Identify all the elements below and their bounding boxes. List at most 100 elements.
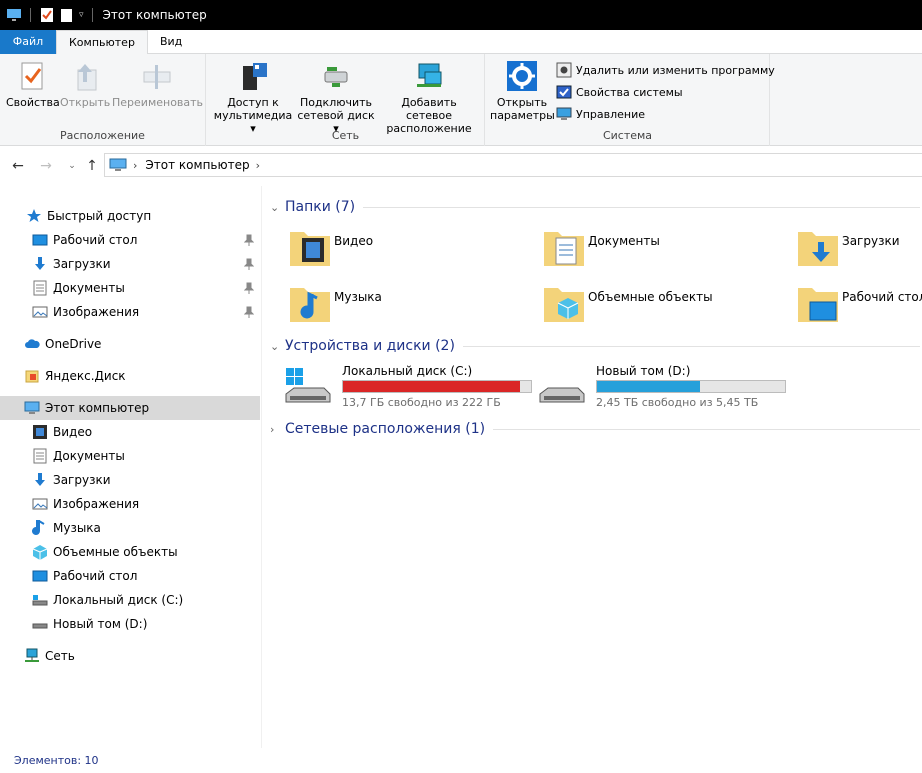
chevron-down-icon[interactable]: ⌄ <box>270 340 282 353</box>
nav-item-videos[interactable]: Видео <box>0 420 260 444</box>
new-folder-icon[interactable] <box>59 7 75 23</box>
add-network-location-button[interactable]: Добавить сетевое расположение <box>377 60 481 135</box>
ribbon-group-network: Доступ к мультимедиа ▾ Подключить сетево… <box>207 54 485 146</box>
drive-icon <box>32 623 48 629</box>
nav-item-desktop[interactable]: Рабочий стол <box>0 564 260 588</box>
network-drive-icon <box>324 67 348 87</box>
group-label-system: Система <box>602 129 653 142</box>
nav-item-documents-pinned[interactable]: Документы <box>0 276 260 300</box>
nav-item-yandex-disk[interactable]: Яндекс.Диск <box>0 364 260 388</box>
download-arrow-icon <box>35 473 45 486</box>
drive-c[interactable]: Локальный диск (C:) 13,7 ГБ свободно из … <box>284 364 534 412</box>
folder-documents[interactable]: Документы <box>542 226 782 274</box>
drive-icon <box>32 595 48 606</box>
pin-icon[interactable] <box>244 306 254 318</box>
nav-item-3d-objects[interactable]: Объемные объекты <box>0 540 260 564</box>
computer-icon <box>7 9 21 21</box>
ribbon-group-system: Открыть параметры Удалить или изменить п… <box>486 54 775 146</box>
nav-item-onedrive[interactable]: OneDrive <box>0 332 260 356</box>
music-folder-icon <box>290 288 330 322</box>
forward-arrow-icon[interactable]: → <box>38 158 54 174</box>
yandex-disk-icon <box>25 370 39 383</box>
navigation-pane: Быстрый доступ Рабочий стол Загрузки Док… <box>0 186 262 748</box>
open-arrow-icon <box>77 64 97 91</box>
cube-icon <box>32 545 48 560</box>
system-properties-button[interactable]: Свойства системы <box>556 82 683 102</box>
back-arrow-icon[interactable]: ← <box>10 158 26 174</box>
section-folders[interactable]: ⌄ Папки (7) <box>270 197 920 217</box>
status-bar: Элементов: 10 <box>0 748 922 773</box>
chevron-down-icon[interactable]: ⌄ <box>270 201 282 214</box>
folder-videos[interactable]: Видео <box>288 226 528 274</box>
nav-item-downloads[interactable]: Загрузки <box>0 468 260 492</box>
recent-locations-chevron-icon[interactable]: ⌄ <box>64 158 80 174</box>
nav-item-this-pc[interactable]: Этот компьютер <box>0 396 260 420</box>
drive-usage-fill <box>597 381 701 392</box>
nav-item-pictures-pinned[interactable]: Изображения <box>0 300 260 324</box>
open-settings-button[interactable]: Открыть параметры <box>490 60 555 122</box>
nav-item-drive-d[interactable]: Новый том (D:) <box>0 612 260 636</box>
customize-toolbar-chevron-icon[interactable]: ▿ <box>79 10 84 20</box>
folder-music[interactable]: Музыка <box>288 282 528 330</box>
pin-icon[interactable] <box>244 282 254 294</box>
properties-button[interactable]: Свойства <box>6 60 60 109</box>
map-network-drive-button[interactable]: Подключить сетевой диск ▾ <box>297 60 375 135</box>
nav-item-downloads-pinned[interactable]: Загрузки <box>0 252 260 276</box>
document-icon <box>33 280 47 296</box>
properties-icon[interactable] <box>39 7 55 23</box>
drive-usage-bar <box>596 380 786 393</box>
media-access-button[interactable]: Доступ к мультимедиа ▾ <box>213 60 293 135</box>
address-bar[interactable]: › Этот компьютер › <box>104 153 922 177</box>
tab-view[interactable]: Вид <box>148 30 194 54</box>
window-title: Этот компьютер <box>102 8 207 22</box>
nav-item-drive-c[interactable]: Локальный диск (C:) <box>0 588 260 612</box>
video-icon <box>33 425 47 439</box>
windows-drive-icon <box>285 368 331 403</box>
rename-button[interactable]: Переименовать <box>112 60 203 109</box>
tab-file[interactable]: Файл <box>0 30 56 54</box>
desktop-icon <box>32 570 48 582</box>
section-devices[interactable]: ⌄ Устройства и диски (2) <box>270 336 920 356</box>
cloud-icon <box>25 339 40 348</box>
open-button[interactable]: Открыть <box>60 60 110 109</box>
group-label-location: Расположение <box>60 129 145 142</box>
breadcrumb-chevron-icon[interactable]: › <box>256 159 260 172</box>
drive-usage-fill <box>343 381 520 392</box>
chevron-right-icon[interactable]: › <box>270 423 282 436</box>
up-arrow-icon[interactable]: ↑ <box>84 158 100 174</box>
star-icon <box>27 209 41 222</box>
nav-item-desktop-pinned[interactable]: Рабочий стол <box>0 228 260 252</box>
nav-item-pictures[interactable]: Изображения <box>0 492 260 516</box>
ribbon-tabs: Файл Компьютер Вид <box>0 30 922 55</box>
computer-icon <box>109 158 127 171</box>
section-network-locations[interactable]: › Сетевые расположения (1) <box>270 419 920 439</box>
media-server-icon <box>243 63 267 90</box>
network-location-icon <box>417 63 442 87</box>
nav-item-documents[interactable]: Документы <box>0 444 260 468</box>
video-folder-icon <box>290 232 330 266</box>
nav-item-quick-access[interactable]: Быстрый доступ <box>0 204 260 228</box>
folder-downloads[interactable]: Загрузки <box>796 226 922 274</box>
pin-icon[interactable] <box>244 234 254 246</box>
pictures-icon <box>32 498 48 510</box>
pin-icon[interactable] <box>244 258 254 270</box>
3d-objects-folder-icon <box>544 288 584 322</box>
content-pane: ⌄ Папки (7) Видео Документы Загрузки Муз… <box>264 186 922 748</box>
ribbon: Свойства Открыть Переименовать Расположе… <box>0 54 922 146</box>
document-icon <box>33 448 47 464</box>
folder-desktop[interactable]: Рабочий стол <box>796 282 922 330</box>
gear-icon <box>507 61 537 91</box>
nav-item-music[interactable]: Музыка <box>0 516 260 540</box>
drive-d[interactable]: Новый том (D:) 2,45 ТБ свободно из 5,45 … <box>538 364 788 412</box>
ribbon-group-location: Свойства Открыть Переименовать Расположе… <box>0 54 206 146</box>
breadcrumb-item[interactable]: Этот компьютер <box>145 158 249 172</box>
uninstall-program-button[interactable]: Удалить или изменить программу <box>556 60 775 80</box>
system-properties-icon <box>556 85 572 99</box>
desktop-icon <box>32 234 48 246</box>
folder-3d-objects[interactable]: Объемные объекты <box>542 282 782 330</box>
manage-button[interactable]: Управление <box>556 104 645 124</box>
breadcrumb-chevron-icon[interactable]: › <box>133 159 137 172</box>
tab-computer[interactable]: Компьютер <box>56 30 148 55</box>
nav-item-network[interactable]: Сеть <box>0 644 260 668</box>
pictures-icon <box>32 306 48 318</box>
